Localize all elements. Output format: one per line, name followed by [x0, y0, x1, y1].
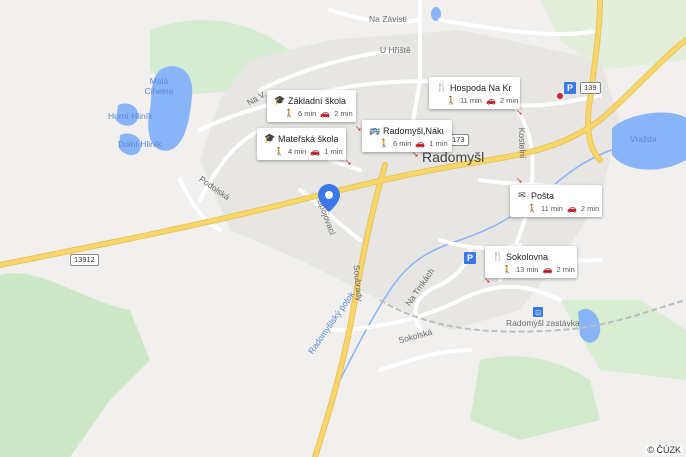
forest-area-south	[470, 356, 600, 440]
poi-card-hospoda[interactable]: 🍴Hospoda Na Kren... 🚶11 min🚗2 min	[429, 77, 520, 109]
poi-title: Radomyšl,Nákup....	[383, 125, 444, 136]
poi-drive-time: 2 min	[334, 109, 353, 118]
water-label-dolni-hlinik: Dolní Hliník	[118, 139, 162, 149]
poi-title: Hospoda Na Kren...	[450, 82, 512, 93]
walk-icon: 🚶	[446, 96, 456, 105]
street-label-na-zavisti: Na Závisti	[369, 14, 407, 24]
walk-icon: 🚶	[284, 109, 294, 118]
poi-drive-time: 2 min	[499, 96, 519, 105]
car-icon: 🚗	[320, 109, 331, 118]
poi-walk-time: 6 min	[297, 109, 317, 118]
bus-icon: 🚌	[369, 125, 381, 135]
poi-pointer-icon: ➘	[345, 158, 352, 167]
post-office-icon: ✉	[518, 190, 526, 200]
poi-pointer-icon: ➘	[516, 176, 523, 185]
poi-card-posta[interactable]: ✉ Pošta 🚶 11 min 🚗 2 min	[510, 185, 602, 217]
svg-text:⊡: ⊡	[535, 310, 541, 317]
location-pin-icon[interactable]	[318, 184, 340, 212]
car-icon: 🚗	[415, 139, 426, 148]
car-icon: 🚗	[310, 147, 321, 156]
car-icon: 🚗	[566, 204, 577, 213]
poi-title: Základní škola Ra...	[288, 95, 348, 106]
restaurant-icon: 🍴	[436, 82, 448, 92]
walk-icon: 🚶	[379, 139, 389, 148]
car-icon: 🚗	[542, 265, 553, 274]
poi-drive-time: 1 min	[429, 139, 448, 148]
road-number-139: 139	[580, 82, 601, 94]
poi-title: Mateřská škola R...	[278, 133, 338, 144]
street-label-u-hriste: U Hřiště	[380, 45, 411, 55]
poi-walk-time: 4 min	[287, 147, 307, 156]
poi-title: Sokolovna	[506, 251, 549, 262]
map-copyright: © ČÚZK	[645, 445, 683, 455]
poi-pointer-icon: ➘	[355, 124, 362, 133]
map-background: ⊡	[0, 0, 686, 457]
forest-area-west	[0, 273, 150, 457]
street-label-kostelni: Kostelní	[516, 127, 528, 159]
poi-card-sokolovna[interactable]: 🍴 Sokolovna 🚶 13 min 🚗 2 min	[485, 246, 577, 278]
poi-drive-time: 2 min	[556, 265, 575, 274]
poi-card-materska-skola[interactable]: 🎓Mateřská škola R... 🚶4 min🚗1 min	[257, 128, 346, 160]
town-built-up-area	[200, 30, 620, 330]
map-canvas[interactable]: ⊡ Na Závisti U Hřiště Na V... Podolská S…	[0, 0, 686, 457]
poi-title: Pošta	[531, 190, 555, 201]
poi-marker-dot	[557, 93, 563, 99]
water-label-vrazda: Vražda	[630, 134, 657, 144]
school-icon: 🎓	[274, 95, 286, 105]
station-label: Radomyšl zastávka	[506, 318, 580, 328]
poi-card-bus-stop[interactable]: 🚌Radomyšl,Nákup.... 🚶6 min🚗1 min	[362, 120, 452, 152]
walk-icon: 🚶	[274, 147, 284, 156]
poi-walk-time: 13 min	[515, 265, 539, 274]
parking-icon[interactable]: P	[564, 82, 576, 94]
road-number-13912: 13912	[70, 254, 99, 266]
poi-walk-time: 11 min	[540, 204, 563, 213]
water-label-mala-cihelna: Malá Cihelna	[144, 76, 174, 96]
poi-drive-time: 1 min	[324, 147, 343, 156]
school-icon: 🎓	[264, 133, 276, 143]
water-label-horni-hlinik: Horní Hliník	[108, 111, 153, 121]
poi-card-zakladni-skola[interactable]: 🎓Základní škola Ra... 🚶6 min🚗2 min	[267, 90, 356, 122]
parking-icon[interactable]: P	[464, 252, 476, 264]
walk-icon: 🚶	[527, 204, 537, 213]
car-icon: 🚗	[485, 96, 496, 105]
poi-drive-time: 2 min	[580, 204, 600, 213]
walk-icon: 🚶	[502, 265, 512, 274]
poi-walk-time: 11 min	[459, 96, 482, 105]
poi-pointer-icon: ➘	[516, 108, 523, 117]
restaurant-icon: 🍴	[492, 251, 504, 261]
poi-walk-time: 6 min	[392, 139, 412, 148]
